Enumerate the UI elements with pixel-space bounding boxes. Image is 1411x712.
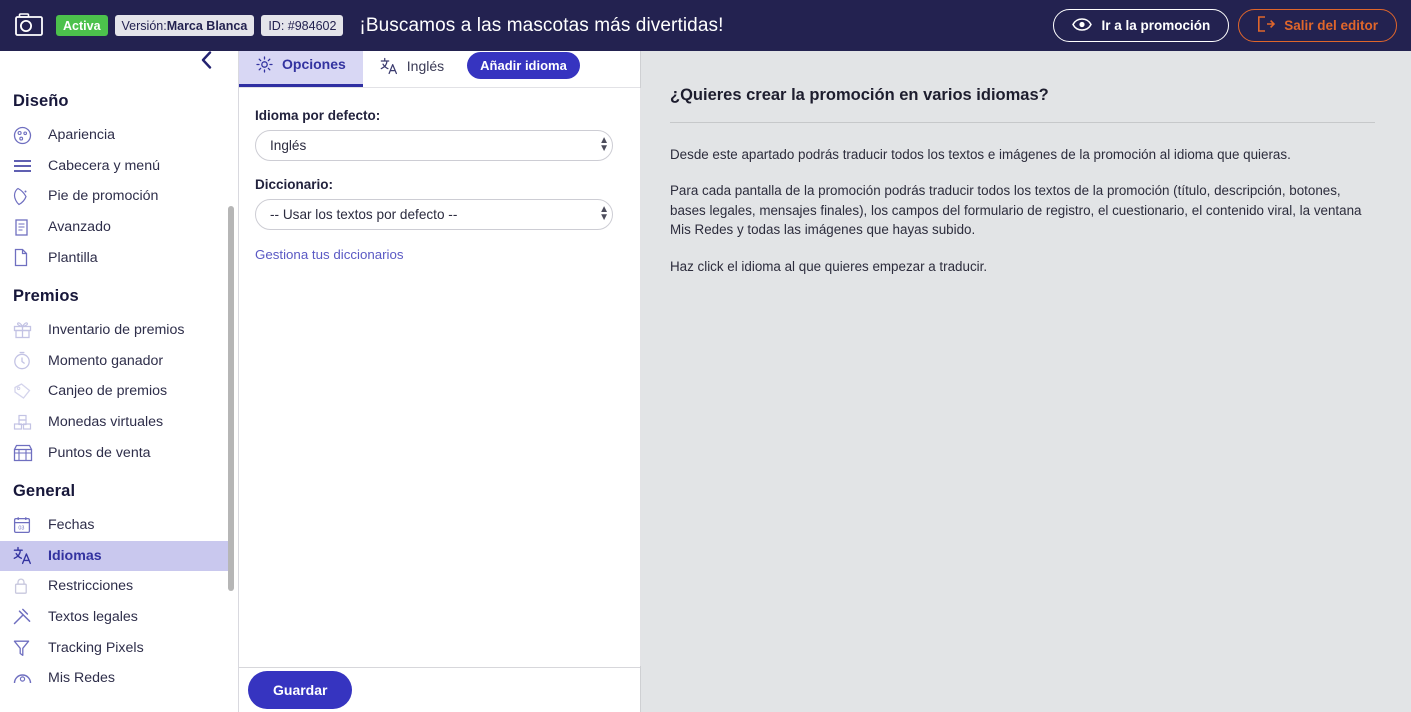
dictionary-select[interactable]: -- Usar los textos por defecto -- <box>255 199 613 230</box>
sidebar-item-puntos-de-venta[interactable]: Puntos de venta <box>0 437 232 468</box>
exit-editor-label: Salir del editor <box>1284 18 1378 33</box>
sidebar-item-label: Idiomas <box>48 547 102 564</box>
sidebar-item-label: Plantilla <box>48 249 98 266</box>
sidebar-item-momento-ganador[interactable]: Momento ganador <box>0 346 232 377</box>
dictionary-label: Diccionario: <box>255 177 334 192</box>
sidebar-item-label: Cabecera y menú <box>48 157 160 174</box>
top-bar: Activa Versión: Marca Blanca ID: #984602… <box>0 0 1411 51</box>
sidebar-item-textos-legales[interactable]: Textos legales <box>0 602 232 633</box>
svg-text:03: 03 <box>18 526 24 532</box>
share-icon <box>13 671 48 686</box>
info-panel: ¿Quieres crear la promoción en varios id… <box>641 44 1411 712</box>
store-icon <box>13 444 48 462</box>
sidebar-item-label: Restricciones <box>48 578 134 595</box>
sidebar-item-mis-redes[interactable]: Mis Redes <box>0 663 232 694</box>
add-language-button[interactable]: Añadir idioma <box>467 52 580 79</box>
sidebar-item-label: Avanzado <box>48 219 111 236</box>
editor-footer: Guardar <box>239 667 640 712</box>
sidebar-item-label: Tracking Pixels <box>48 639 144 656</box>
camera-icon[interactable] <box>14 12 46 40</box>
version-value: Marca Blanca <box>166 18 248 33</box>
sidebar-item-fechas[interactable]: 03 Fechas <box>0 510 232 541</box>
tab-label: Opciones <box>282 56 346 72</box>
editor-panel: Opciones Inglés Añadir idioma Idioma por… <box>239 44 649 712</box>
lock-icon <box>13 577 48 595</box>
info-paragraph-2: Para cada pantalla de la promoción podrá… <box>670 183 1362 238</box>
sidebar-item-restricciones[interactable]: Restricciones <box>0 571 232 602</box>
ticket-icon <box>13 382 48 400</box>
version-prefix: Versión: <box>121 18 167 33</box>
sidebar: Promoción finalizada Diseño <box>0 36 239 712</box>
exit-editor-button[interactable]: Salir del editor <box>1238 9 1397 42</box>
sidebar-item-tracking-pixels[interactable]: Tracking Pixels <box>0 632 232 663</box>
sidebar-item-cabecera-y-menu[interactable]: Cabecera y menú <box>0 151 232 182</box>
tab-label: Inglés <box>406 57 445 74</box>
info-title: ¿Quieres crear la promoción en varios id… <box>670 86 1375 123</box>
footer-icon <box>13 187 48 206</box>
funnel-icon <box>13 639 48 657</box>
dictionary-field: -- Usar los textos por defecto -- ▲ ▼ <box>255 199 624 230</box>
sidebar-item-label: Monedas virtuales <box>48 414 164 431</box>
sidebar-item-label: Pie de promoción <box>48 188 159 205</box>
chevron-left-icon[interactable] <box>201 50 212 72</box>
coins-icon <box>13 414 48 431</box>
status-badge: Activa <box>56 15 108 36</box>
gear-icon <box>256 55 273 73</box>
version-badge: Versión: Marca Blanca <box>114 15 255 36</box>
sidebar-group-title-premios: Premios <box>13 286 79 305</box>
sidebar-item-canjeo-de-premios[interactable]: Canjeo de premios <box>0 376 232 407</box>
default-language-field: Inglés ▲ ▼ <box>255 130 624 161</box>
sidebar-item-label: Textos legales <box>48 609 138 626</box>
sidebar-item-pie-de-promocion[interactable]: Pie de promoción <box>0 181 232 212</box>
gift-icon <box>13 321 48 339</box>
sidebar-item-idiomas[interactable]: Idiomas <box>0 540 232 572</box>
info-paragraph-1: Desde este apartado podrás traducir todo… <box>670 147 1291 162</box>
editor-form: Idioma por defecto: Inglés ▲ ▼ Diccionari… <box>239 88 649 666</box>
manage-dictionaries-link[interactable]: Gestiona tus diccionarios <box>255 247 404 262</box>
translate-icon <box>380 57 398 75</box>
palette-icon <box>13 126 48 145</box>
promotion-id-badge: ID: #984602 <box>261 15 344 36</box>
eye-icon <box>1072 17 1093 34</box>
sidebar-item-label: Apariencia <box>48 127 116 144</box>
info-card: ¿Quieres crear la promoción en varios id… <box>670 86 1375 276</box>
promotion-title: ¡Buscamos a las mascotas más divertidas! <box>359 14 724 36</box>
stopwatch-icon <box>13 351 48 370</box>
sidebar-item-apariencia[interactable]: Apariencia <box>0 120 232 151</box>
default-language-select[interactable]: Inglés <box>255 130 613 161</box>
gavel-icon <box>13 608 48 626</box>
save-button[interactable]: Guardar <box>248 671 353 709</box>
sidebar-item-plantilla[interactable]: Plantilla <box>0 242 232 273</box>
menu-lines-icon <box>13 159 48 173</box>
sidebar-item-label: Mis Redes <box>48 670 116 687</box>
sidebar-scrollbar[interactable] <box>228 206 234 591</box>
translate-icon <box>13 546 48 565</box>
default-language-label: Idioma por defecto: <box>255 108 381 123</box>
calendar-icon: 03 <box>13 516 48 534</box>
sidebar-item-label: Puntos de venta <box>48 444 151 461</box>
sidebar-item-label: Fechas <box>48 517 95 534</box>
sidebar-item-avanzado[interactable]: Avanzado <box>0 212 232 243</box>
sidebar-group-title-general: General <box>13 481 76 500</box>
sidebar-item-label: Canjeo de premios <box>48 383 168 400</box>
go-to-promotion-label: Ir a la promoción <box>1101 18 1211 33</box>
info-paragraph-3: Haz click el idioma al que quieres empez… <box>670 258 988 274</box>
scroll-icon <box>13 218 48 237</box>
sidebar-item-label: Momento ganador <box>48 352 164 369</box>
go-to-promotion-button[interactable]: Ir a la promoción <box>1053 9 1230 42</box>
sidebar-scroll-content: Promoción finalizada Diseño <box>0 36 232 694</box>
sidebar-group-title-diseno: Diseño <box>13 92 69 110</box>
sidebar-item-inventario-de-premios[interactable]: Inventario de premios <box>0 315 232 346</box>
sidebar-item-monedas-virtuales[interactable]: Monedas virtuales <box>0 407 232 438</box>
sidebar-item-label: Inventario de premios <box>48 322 185 339</box>
logout-icon <box>1257 16 1276 35</box>
document-icon <box>13 248 48 267</box>
app-root: Activa Versión: Marca Blanca ID: #984602… <box>0 0 1411 712</box>
top-bar-actions: Ir a la promoción Salir del editor <box>1053 9 1397 42</box>
